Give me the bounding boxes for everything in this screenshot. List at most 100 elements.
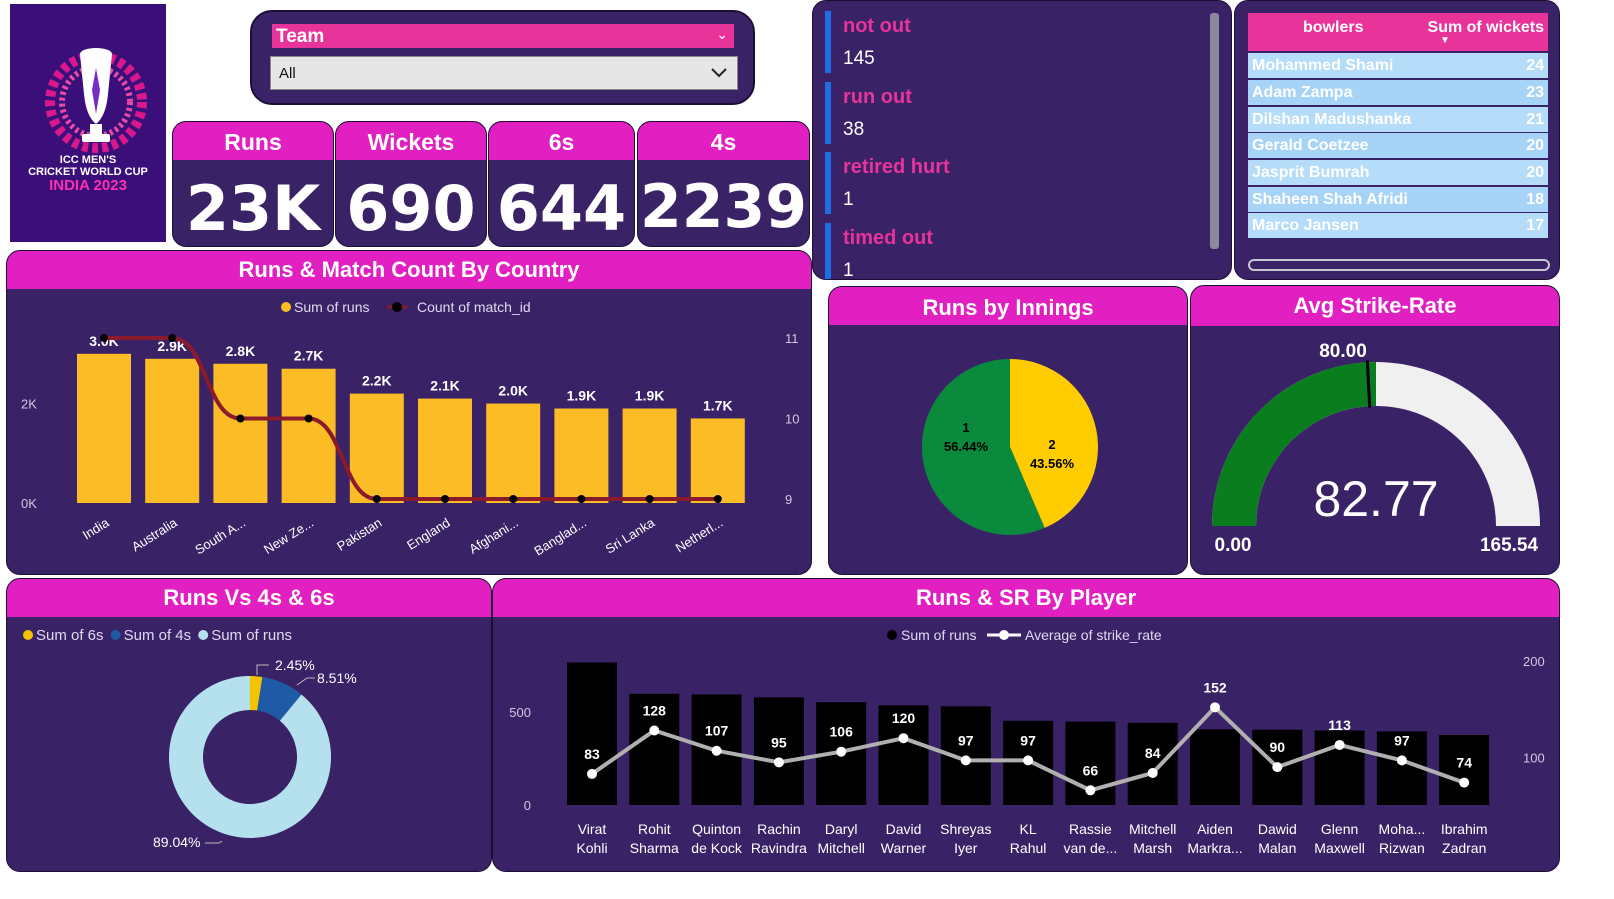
chevron-down-icon: ⌄ (716, 26, 728, 42)
column-header-bowlers[interactable]: bowlers (1303, 19, 1363, 37)
x-tick-label: KL Rahul (1010, 821, 1047, 856)
x-tick-label: Afghani... (466, 515, 521, 557)
vertical-scrollbar[interactable] (1210, 13, 1219, 249)
chart-title: Runs by Innings (829, 287, 1187, 325)
data-label: 97 (1394, 732, 1410, 748)
bowler-name: Marco Jansen (1252, 217, 1359, 234)
horizontal-scrollbar[interactable] (1248, 259, 1550, 271)
line-point (1272, 762, 1283, 773)
y2-tick-label: 11 (785, 331, 799, 346)
x-tick-label: Rassie van de... (1064, 821, 1118, 856)
dismissal-cards-panel: not out 145 run out 38 retired hurt 1 ti… (812, 0, 1232, 280)
kpi-value: 644 (496, 172, 627, 245)
line-point (577, 495, 586, 503)
x-tick-label: Quinton de Kock (691, 821, 743, 856)
filter-label-bar: Team ⌄ (272, 24, 734, 48)
team-select[interactable]: All (270, 56, 738, 90)
legend-label: Sum of runs (211, 627, 292, 644)
data-label: 83 (584, 746, 600, 762)
line-point (960, 755, 971, 766)
strike-rate-gauge: 80.00 82.77 0.00 165.54 (1212, 341, 1540, 556)
bowler-name: Adam Zampa (1252, 84, 1353, 101)
bar (554, 408, 609, 503)
line-point (236, 414, 245, 423)
gauge-target-label: 80.00 (1319, 341, 1367, 362)
donut-slice (169, 676, 331, 838)
y-tick-label: 2K (21, 397, 37, 412)
data-label: 66 (1083, 762, 1099, 778)
slice-value: 43.56% (1030, 456, 1075, 471)
x-tick-label: South A... (192, 515, 248, 558)
line-point (1210, 702, 1220, 713)
line-point (1334, 739, 1345, 750)
data-label: 1.9K (567, 388, 597, 404)
legend-label: Sum of runs (294, 299, 369, 315)
table-row[interactable]: Marco Jansen 17 (1248, 213, 1548, 238)
slice-value: 8.51% (317, 670, 357, 686)
y-tick-label: 0K (21, 496, 37, 511)
bar (281, 368, 336, 503)
bar (753, 697, 804, 805)
table-row[interactable]: Shaheen Shah Afridi 18 (1248, 187, 1548, 212)
data-label: 74 (1456, 755, 1472, 771)
x-tick-label: Australia (129, 514, 180, 554)
y2-tick-label: 200 (1523, 654, 1545, 669)
x-tick-label: England (404, 515, 452, 553)
y2-tick-label: 9 (785, 492, 792, 507)
data-label: 128 (643, 702, 667, 718)
x-tick-label: Netherl... (673, 515, 726, 556)
data-label: 2.1K (430, 378, 460, 394)
logo-line1: ICC MEN'S (59, 154, 117, 166)
dismissal-value: 1 (843, 189, 854, 210)
table-row[interactable]: Dilshan Madushanka 21 (1248, 107, 1548, 132)
filter-label: Team (276, 26, 325, 47)
bar (622, 408, 677, 503)
data-label: 152 (1203, 679, 1227, 695)
x-tick-label: Daryl Mitchell (817, 821, 864, 856)
bowler-wickets: 20 (1526, 137, 1544, 154)
table-row[interactable]: Mohammed Shami 24 (1248, 53, 1548, 78)
x-tick-label: Virat Kohli (576, 821, 607, 856)
dismissal-label: retired hurt (843, 156, 950, 178)
dismissal-label: not out (843, 15, 911, 37)
line-point (898, 733, 909, 744)
dismissal-card: run out 38 (825, 82, 1211, 144)
legend-marker-runs (281, 302, 291, 312)
player-chart-panel: Runs & SR By Player Sum of runs Average o… (492, 578, 1560, 872)
line-point (441, 495, 449, 503)
kpi-fours: 4s 2239 (637, 121, 810, 247)
x-tick-label: Pakistan (334, 515, 384, 554)
table-row[interactable]: Adam Zampa 23 (1248, 80, 1548, 105)
line-point (509, 495, 518, 503)
bowler-name: Gerald Coetzee (1252, 137, 1369, 154)
bowler-wickets: 23 (1526, 84, 1544, 101)
bowlers-table-panel: bowlers Sum of wickets ▼ Mohammed Shami 2… (1234, 0, 1560, 280)
bowler-name: Shaheen Shah Afridi (1252, 191, 1408, 208)
y2-tick-label: 10 (785, 412, 799, 427)
slice-label: 2 (1048, 437, 1055, 452)
gauge-value: 82.77 (1313, 471, 1438, 527)
gauge-max-label: 165.54 (1480, 535, 1539, 556)
dismissal-card: retired hurt 1 (825, 152, 1211, 214)
table-row[interactable]: Gerald Coetzee 20 (1248, 133, 1548, 158)
line-point (587, 768, 597, 779)
legend-marker-sr-dot (999, 630, 1009, 640)
kpi-label: 6s (489, 122, 634, 160)
x-tick-label: Dawid Malan (1258, 821, 1297, 856)
table-row[interactable]: Jasprit Bumrah 20 (1248, 160, 1548, 185)
data-label: 113 (1328, 717, 1351, 733)
country-chart: Sum of runsCount of match_id0K2K910113.0… (21, 299, 799, 559)
y-tick-label: 500 (509, 705, 531, 720)
sort-desc-icon[interactable]: ▼ (1440, 35, 1450, 46)
team-select-value: All (279, 65, 296, 82)
line-point (711, 745, 722, 756)
data-label: 84 (1145, 745, 1161, 761)
legend-label: Average of strike_rate (1025, 627, 1162, 643)
data-label: 2.0K (498, 383, 528, 399)
legend-label: Sum of 6s (36, 627, 104, 644)
line-point (836, 746, 847, 757)
kpi-sixes: 6s 644 (488, 121, 635, 247)
data-label: 1.9K (635, 388, 665, 404)
data-label: 97 (958, 732, 974, 748)
line-point (1396, 755, 1407, 766)
